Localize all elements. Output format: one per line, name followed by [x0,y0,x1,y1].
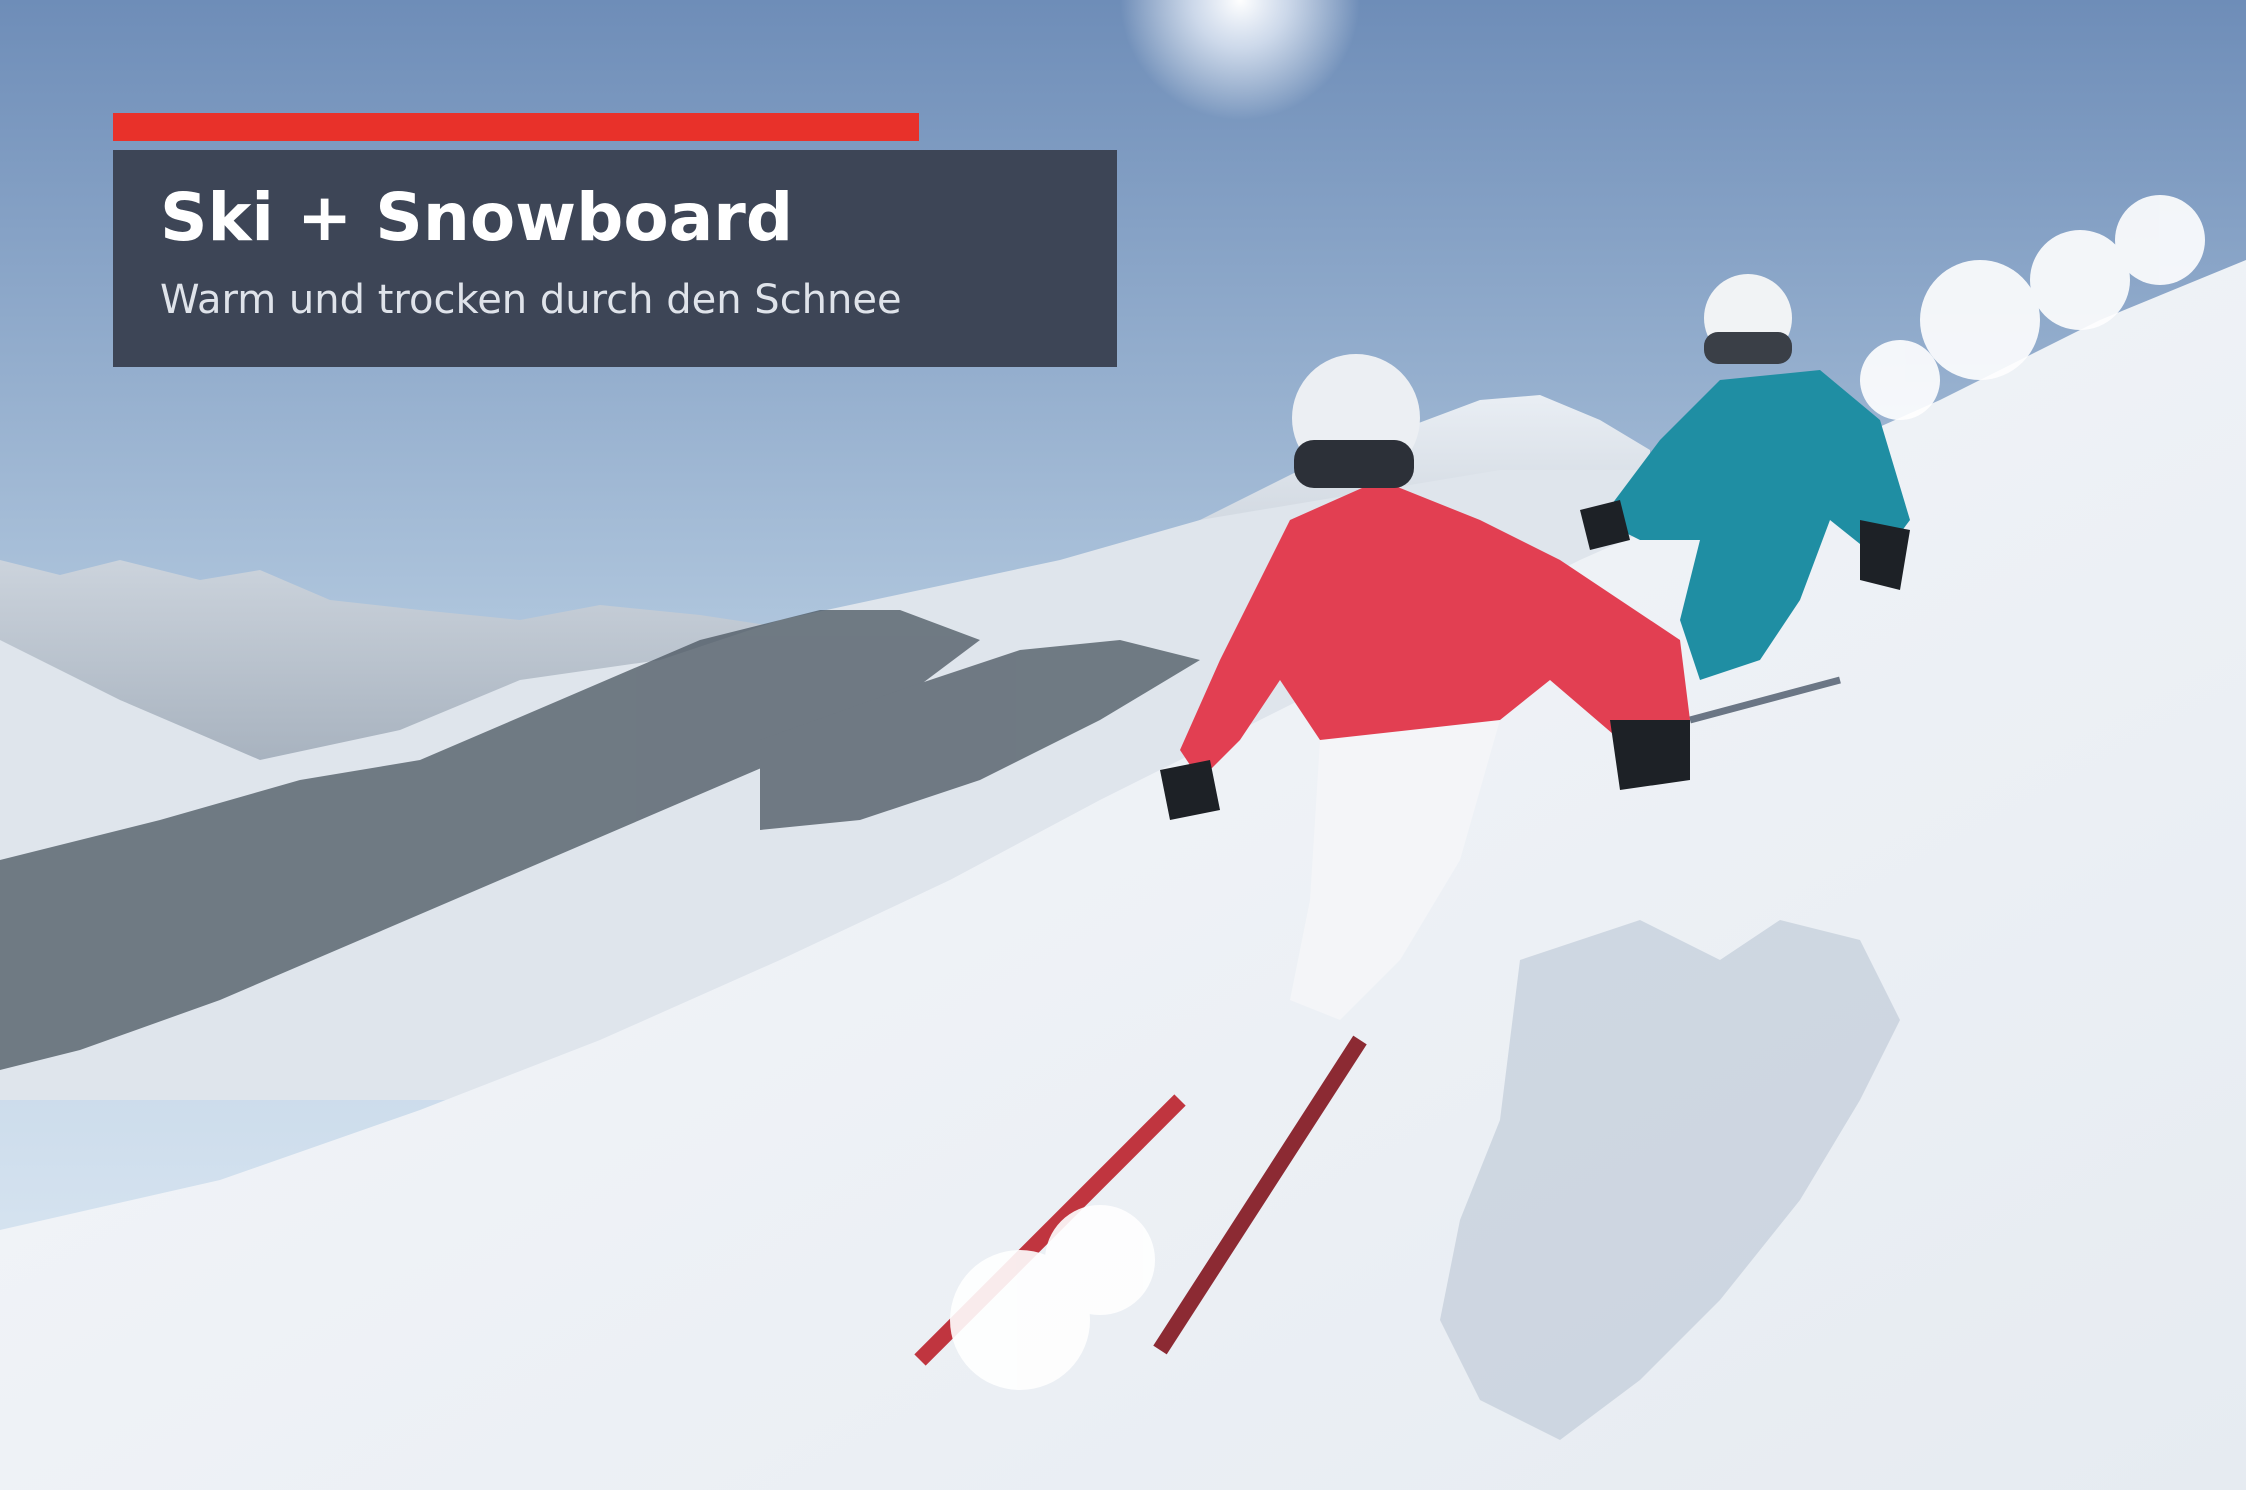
accent-bar [113,113,919,141]
title-banner: Ski + Snowboard Warm und trocken durch d… [113,150,1117,367]
page-title: Ski + Snowboard [160,179,794,256]
page-subtitle: Warm und trocken durch den Schnee [160,277,902,323]
